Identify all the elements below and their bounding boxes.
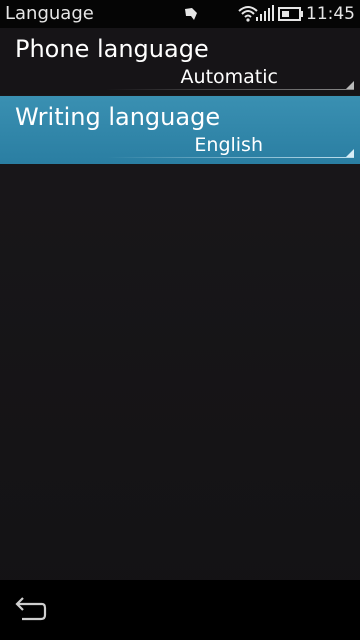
back-icon[interactable] [12, 595, 48, 625]
dropdown-corner-icon [346, 81, 354, 89]
status-bar: Language 11:45 [0, 0, 360, 28]
dropdown-corner-icon [346, 149, 354, 157]
phone-language-setting[interactable]: Phone language Automatic [0, 28, 360, 95]
language-settings-screen: Language 11:45 Phone language Automatic … [0, 0, 360, 640]
phone-language-label: Phone language [15, 35, 209, 63]
status-bar-clock: 11:45 [306, 4, 355, 24]
writing-language-setting[interactable]: Writing language English [0, 96, 360, 164]
dropdown-underline [106, 157, 354, 158]
bottom-toolbar [0, 580, 360, 640]
dropdown-underline [106, 89, 354, 90]
phone-language-value: Automatic [180, 66, 278, 88]
signal-strength-icon [256, 5, 276, 21]
writing-language-label: Writing language [15, 103, 221, 131]
status-bar-title: Language [5, 3, 94, 24]
battery-icon [278, 6, 304, 21]
writing-language-value: English [194, 134, 263, 156]
notification-icon [183, 6, 199, 20]
